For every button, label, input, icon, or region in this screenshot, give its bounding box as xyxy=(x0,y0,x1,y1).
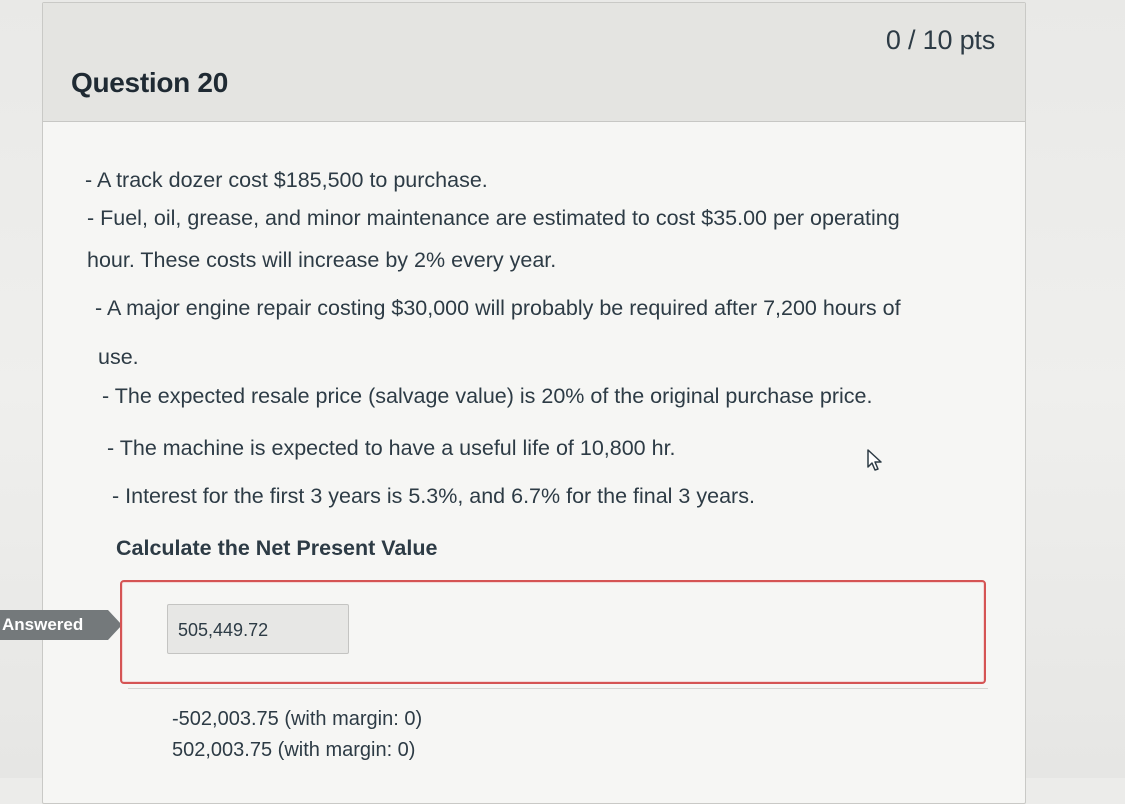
question-text-line: - The machine is expected to have a usef… xyxy=(107,436,676,460)
divider xyxy=(128,688,988,689)
answered-badge-label: Answered xyxy=(2,615,84,634)
question-prompt: Calculate the Net Present Value xyxy=(116,536,438,560)
answered-badge: Answered xyxy=(0,610,122,640)
question-text-line: - A track dozer cost $185,500 to purchas… xyxy=(85,168,488,192)
question-text-line: hour. These costs will increase by 2% ev… xyxy=(87,248,557,272)
submitted-answer-value: 505,449.72 xyxy=(178,620,269,640)
question-text-line: - The expected resale price (salvage val… xyxy=(102,384,873,408)
question-points: 0 / 10 pts xyxy=(885,25,995,55)
question-text-line: - A major engine repair costing $30,000 … xyxy=(95,296,901,320)
pointer-cursor-icon xyxy=(867,449,882,471)
question-text-line: use. xyxy=(98,345,139,369)
correct-answer: -502,003.75 (with margin: 0) xyxy=(172,708,423,730)
answer-box: 505,449.72 xyxy=(120,580,986,684)
submitted-answer-field: 505,449.72 xyxy=(167,604,349,654)
correct-answer: 502,003.75 (with margin: 0) xyxy=(172,739,416,761)
question-header: Question 20 0 / 10 pts xyxy=(43,3,1025,122)
question-text-line: - Fuel, oil, grease, and minor maintenan… xyxy=(87,206,900,230)
question-text-line: - Interest for the first 3 years is 5.3%… xyxy=(112,484,755,508)
question-title: Question 20 xyxy=(71,67,228,98)
